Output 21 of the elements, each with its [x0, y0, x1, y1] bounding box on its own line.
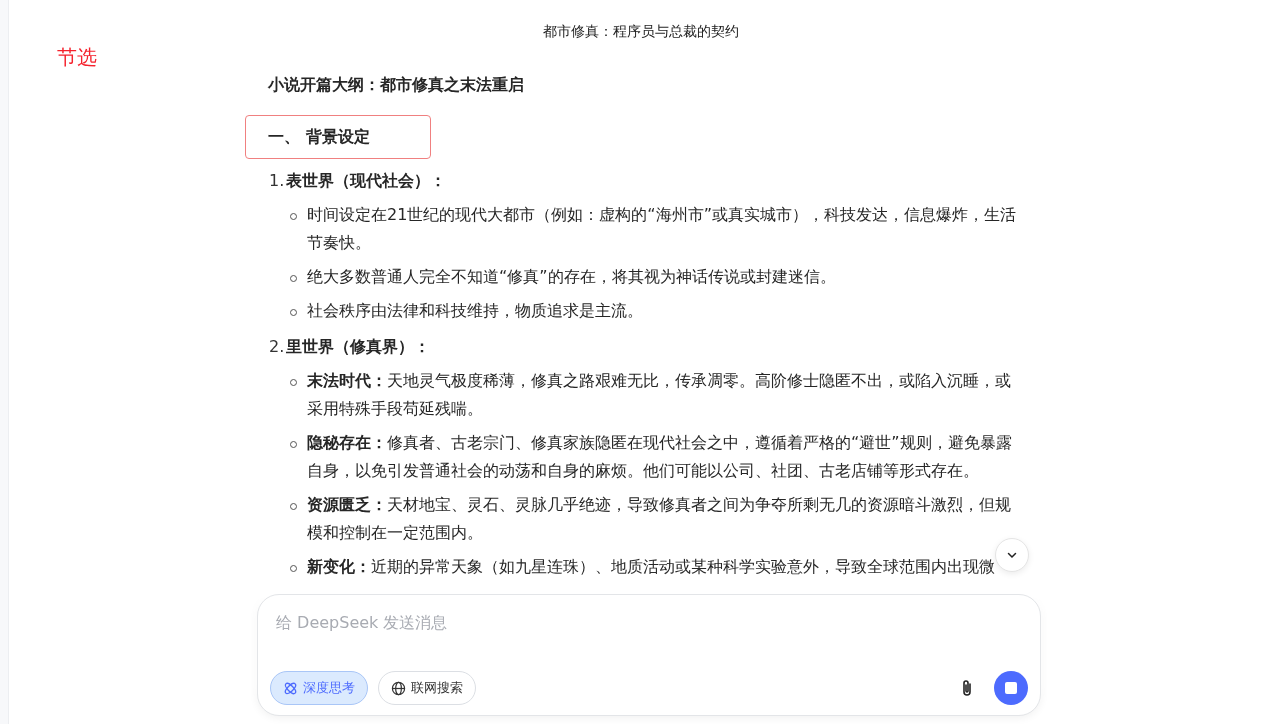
- bullet-text: 时间设定在21世纪的现代大都市（例如：虚构的“海州市”或真实城市），科技发达，信息爆炸，生活节奏快。: [307, 204, 1017, 254]
- bullet-text: 末法时代：天地灵气极度稀薄，修真之路艰难无比，传承凋零。高阶修士隐匿不出，或陷入沉睡，或采用特殊手段苟延残喘。: [307, 370, 1012, 420]
- outline-heading: 小说开篇大纲：都市修真之末法重启: [268, 74, 525, 96]
- stop-button[interactable]: [994, 671, 1028, 705]
- stop-icon: [1005, 682, 1017, 694]
- atom-icon: [283, 680, 298, 696]
- mode-toggle-button[interactable]: 深度思考: [270, 671, 368, 705]
- mode-toggle-button[interactable]: 联网搜索: [378, 671, 476, 705]
- item-title: 里世界（修真界）：: [286, 336, 431, 358]
- bullet-text: 新变化：近期的异常天象（如九星连珠）、地质活动或某种科学实验意外，导致全球范围内出现微: [307, 556, 995, 578]
- bullet-text: 资源匮乏：天材地宝、灵石、灵脉几乎绝迹，导致修真者之间为争夺所剩无几的资源暗斗激烈，但规模和控制在一定范围内。: [307, 494, 1012, 544]
- item-title: 表世界（现代社会）：: [286, 170, 447, 192]
- section-heading: 一、 背景设定: [245, 115, 431, 159]
- excerpt-label: 节选: [57, 44, 97, 70]
- bullet-text: 隐秘存在：修真者、古老宗门、修真家族隐匿在现代社会之中，遵循着严格的“避世”规则，避免暴露自身，以免引发普通社会的动荡和自身的麻烦。他们可能以公司、社团、古老店铺等形式存在。: [307, 432, 1013, 482]
- globe-icon: [391, 680, 406, 696]
- bullet-text: 绝大多数普通人完全不知道“修真”的存在，将其视为神话传说或封建迷信。: [307, 266, 837, 288]
- bullet-text: 社会秩序由法律和科技维持，物质追求是主流。: [307, 300, 644, 322]
- list-number: 2.: [269, 336, 285, 358]
- conversation-title: 都市修真：程序员与总裁的契约: [542, 22, 739, 41]
- list-number: 1.: [269, 170, 285, 192]
